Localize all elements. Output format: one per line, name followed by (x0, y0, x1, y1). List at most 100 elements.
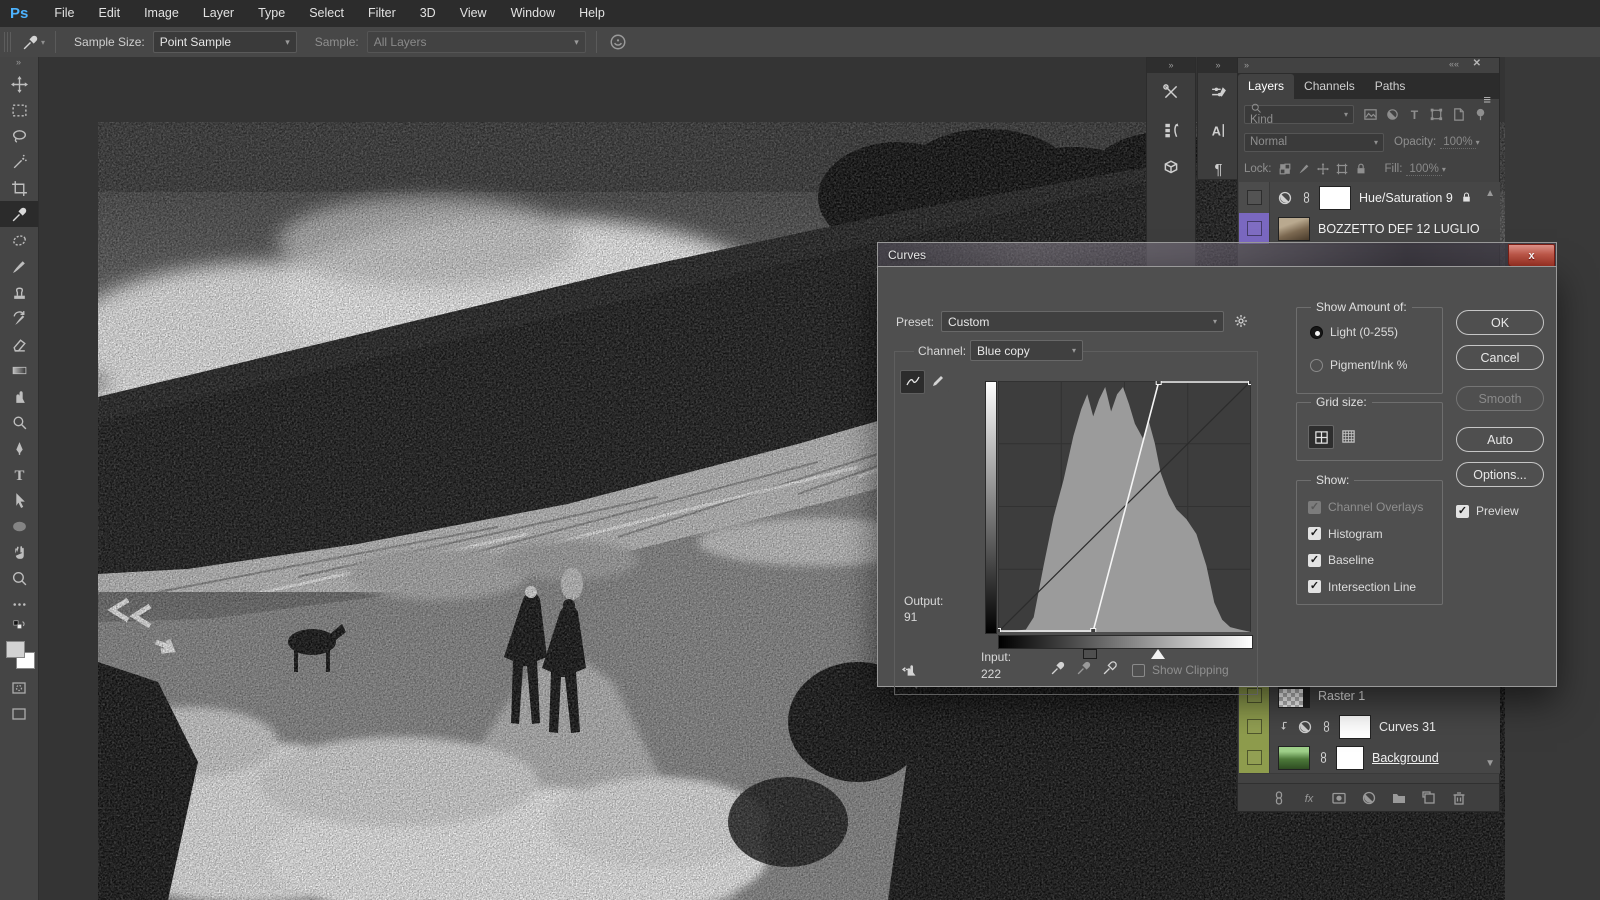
menu-file[interactable]: File (42, 0, 86, 27)
options-grip[interactable] (4, 32, 11, 52)
new-layer-icon[interactable] (1421, 790, 1437, 806)
curves-grid[interactable] (998, 381, 1251, 632)
layer-mask-icon[interactable] (1331, 790, 1347, 806)
blend-mode-dropdown[interactable]: Normal▾ (1244, 133, 1384, 152)
scroll-down-icon[interactable]: ▼ (1485, 758, 1495, 769)
curve-pencil-tool[interactable] (926, 370, 949, 392)
dock-collapse[interactable]: » (1198, 58, 1238, 73)
menu-window[interactable]: Window (499, 0, 567, 27)
white-point-slider[interactable] (1151, 649, 1165, 659)
zoom-tool[interactable] (0, 565, 38, 591)
tab-paths[interactable]: Paths (1365, 74, 1416, 99)
panel-collapse-left-icon[interactable]: «« (1449, 59, 1459, 69)
visibility-toggle[interactable] (1239, 182, 1270, 213)
grid-coarse-button[interactable] (1308, 425, 1334, 449)
type-filter-icon[interactable]: T (1403, 107, 1425, 122)
pin-icon[interactable] (1469, 107, 1491, 122)
wand-tool[interactable] (0, 149, 38, 175)
options-button[interactable]: Options... (1456, 462, 1544, 487)
history-icon[interactable] (1147, 111, 1195, 149)
sample-dropdown[interactable]: All Layers▾ (367, 31, 586, 53)
eyedropper-tool[interactable] (0, 201, 38, 227)
type-tool[interactable]: T (0, 461, 38, 487)
marquee-tool[interactable] (0, 97, 38, 123)
move-tool[interactable] (0, 71, 38, 97)
gear-icon[interactable] (1233, 313, 1249, 329)
menu-view[interactable]: View (448, 0, 499, 27)
lock-transparent-icon[interactable] (1276, 162, 1295, 176)
lock-paint-icon[interactable] (1295, 162, 1314, 176)
preview-checkbox[interactable]: ✓Preview (1456, 504, 1519, 518)
layer-name[interactable]: Curves 31 (1379, 720, 1436, 734)
layer-thumbnail[interactable] (1278, 746, 1310, 770)
menu-select[interactable]: Select (297, 0, 356, 27)
healing-tool[interactable] (0, 227, 38, 253)
screen-mode-button[interactable] (0, 701, 38, 727)
grid-fine-button[interactable] (1336, 425, 1360, 447)
stamp-tool[interactable] (0, 279, 38, 305)
dock-collapse[interactable]: » (1147, 58, 1195, 73)
checkbox-intersection-line[interactable]: ✓Intersection Line (1308, 580, 1416, 594)
lock-move-icon[interactable] (1314, 162, 1333, 176)
tab-channels[interactable]: Channels (1294, 74, 1365, 99)
layer-mask-thumbnail[interactable] (1336, 746, 1364, 770)
image-filter-icon[interactable] (1359, 107, 1381, 122)
smudge-tool[interactable] (0, 383, 38, 409)
dialog-title-bar[interactable]: Curves x (877, 242, 1557, 266)
lasso-tool[interactable] (0, 123, 38, 149)
dodge-tool[interactable] (0, 409, 38, 435)
crop-tool[interactable] (0, 175, 38, 201)
current-tool-chip[interactable]: ▾ (19, 34, 45, 51)
layer-name[interactable]: Background (1372, 751, 1439, 765)
lock-artboard-icon[interactable] (1333, 162, 1352, 176)
fill-value[interactable]: 100% (1406, 163, 1441, 176)
layer-name[interactable]: Raster 1 (1318, 689, 1365, 703)
layer-row[interactable]: BOZZETTO DEF 12 LUGLIO (1239, 213, 1500, 245)
dialog-close-button[interactable]: x (1508, 244, 1555, 267)
checkbox-histogram[interactable]: ✓Histogram (1308, 527, 1383, 541)
radio-light[interactable]: Light (0-255) (1310, 325, 1398, 339)
menu-type[interactable]: Type (246, 0, 297, 27)
visibility-toggle[interactable] (1239, 213, 1270, 244)
color-swatches[interactable] (0, 635, 38, 675)
ellipsis-tool[interactable] (0, 591, 38, 617)
smart-object-filter-icon[interactable] (1447, 107, 1469, 122)
brush-tool[interactable] (0, 253, 38, 279)
auto-button[interactable]: Auto (1456, 427, 1544, 452)
menu-edit[interactable]: Edit (87, 0, 133, 27)
scroll-up-icon[interactable]: ▲ (1485, 188, 1495, 199)
layer-mask-thumbnail[interactable] (1339, 715, 1371, 739)
sampling-ring-icon[interactable] (607, 33, 629, 51)
preset-dropdown[interactable]: Custom▾ (941, 311, 1224, 332)
brush-settings-icon[interactable] (1198, 73, 1238, 111)
paragraph-panel-icon[interactable]: ¶ (1198, 149, 1238, 187)
tool-presets-icon[interactable] (1147, 73, 1195, 111)
black-point-dropper-icon[interactable] (1050, 659, 1067, 676)
gray-point-dropper-icon[interactable] (1076, 659, 1093, 676)
quickmask-button[interactable] (0, 675, 38, 701)
layer-mask-thumbnail[interactable] (1319, 186, 1351, 210)
3d-panel-icon[interactable] (1147, 149, 1195, 187)
black-point-slider[interactable] (1083, 649, 1097, 659)
ellipse-tool[interactable] (0, 513, 38, 539)
layer-row[interactable]: Hue/Saturation 9 (1239, 182, 1500, 214)
filter-kind-dropdown[interactable]: Kind▾ (1244, 105, 1354, 124)
radio-pigment-ink[interactable]: Pigment/Ink % (1310, 358, 1407, 372)
pen-tool[interactable] (0, 435, 38, 461)
smooth-button[interactable]: Smooth (1456, 386, 1544, 411)
layer-thumbnail[interactable] (1278, 217, 1310, 241)
targeted-adjustment-icon[interactable] (902, 661, 920, 679)
checkbox-baseline[interactable]: ✓Baseline (1308, 553, 1374, 567)
gradient-tool[interactable] (0, 357, 38, 383)
layer-row[interactable]: Curves 31 (1239, 711, 1500, 743)
ok-button[interactable]: OK (1456, 310, 1544, 335)
fx-icon[interactable]: fx (1301, 790, 1317, 806)
white-point-dropper-icon[interactable] (1102, 659, 1119, 676)
menu-image[interactable]: Image (132, 0, 191, 27)
swap-colors-icon[interactable] (0, 617, 38, 635)
menu-3d[interactable]: 3D (408, 0, 448, 27)
tab-layers[interactable]: Layers (1238, 74, 1294, 99)
show-clipping-checkbox[interactable]: Show Clipping (1132, 663, 1229, 677)
panel-close-icon[interactable]: ✕ (1473, 58, 1481, 69)
layer-row[interactable]: Background (1239, 742, 1500, 774)
